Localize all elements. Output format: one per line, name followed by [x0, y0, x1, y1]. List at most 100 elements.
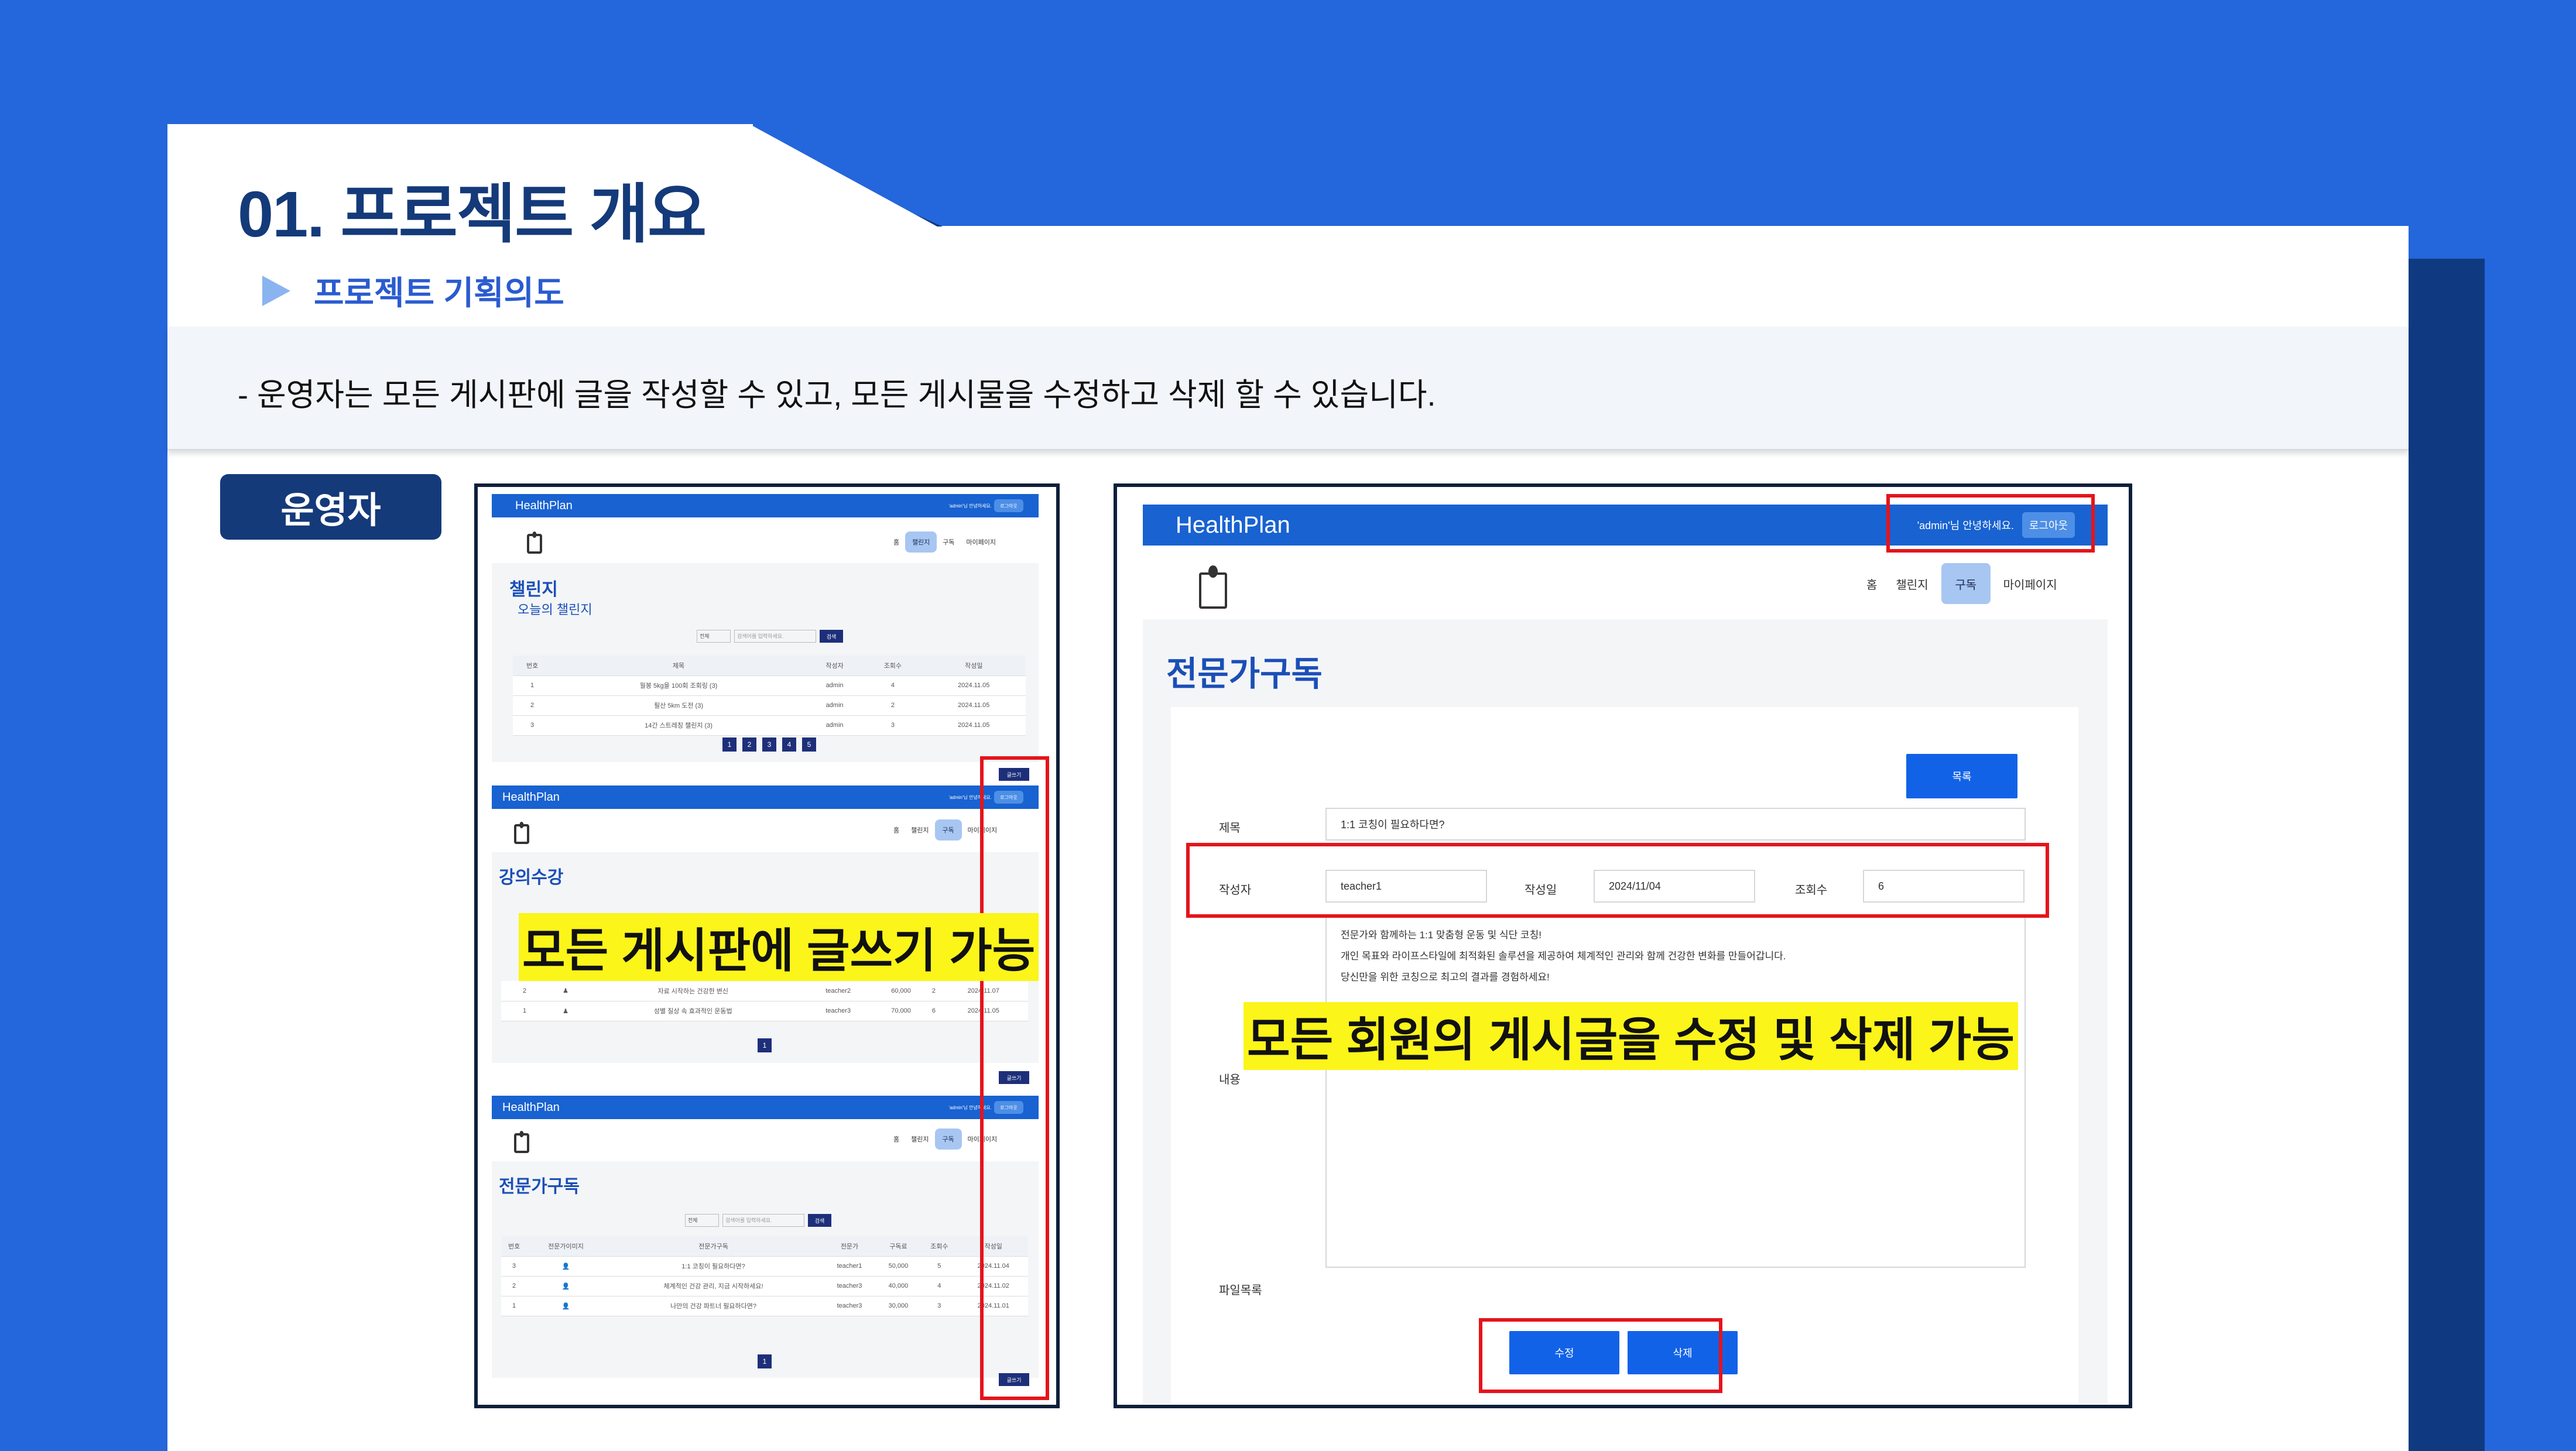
nav-subscribe[interactable]: 구독: [1941, 563, 1991, 604]
table-cell: 3: [920, 1296, 959, 1316]
table-header-row: 번호 제목 작성자 조회수 작성일: [513, 656, 1026, 676]
logo-icon: [514, 1133, 529, 1153]
table-cell: 3: [501, 1256, 527, 1277]
challenge-title: 챌린지: [509, 580, 558, 599]
table-cell: ♟: [548, 1001, 583, 1021]
expert-pagination: 1: [758, 1354, 772, 1368]
nav-subscribe[interactable]: 구독: [934, 1128, 962, 1150]
list-button[interactable]: 목록: [1906, 754, 2017, 798]
nav-mypage[interactable]: 마이페이지: [1998, 575, 2063, 592]
slide-shadow: [2406, 259, 2485, 1451]
nav-challenge[interactable]: 챌린지: [905, 825, 934, 835]
note-text: - 운영자는 모든 게시판에 글을 작성할 수 있고, 모든 게시물을 수정하고…: [238, 378, 1436, 413]
expert-avatar-icon: 👤: [561, 1282, 570, 1290]
nav-home[interactable]: 홈: [1861, 575, 1883, 592]
table-cell[interactable]: 나만의 건강 파트너 필요하다면?: [604, 1296, 823, 1316]
login-status-highlight-box: [1886, 494, 2095, 553]
table-cell[interactable]: 체계적인 건강 관리, 지금 시작하세요!: [604, 1276, 823, 1296]
title-label: 제목: [1219, 822, 1241, 835]
expert-title: 전문가구독: [499, 1177, 580, 1196]
table-row[interactable]: 1 ♟ 성별 질상 속 효과적인 운동법 teacher3 70,000 6 2…: [501, 1001, 1028, 1021]
logo-icon: [1199, 572, 1227, 609]
table-cell: 1: [513, 675, 552, 696]
page-button[interactable]: 2: [742, 737, 756, 752]
left-highlight-caption: 모든 게시판에 글쓰기 가능: [519, 913, 1039, 981]
challenge-search-button[interactable]: 검색: [820, 630, 843, 643]
page-button[interactable]: 5: [802, 737, 816, 752]
table-row[interactable]: 2 필산 5km 도전 (3) admin 2 2024.11.05: [513, 695, 1026, 716]
table-row[interactable]: 3 14간 스트레칭 챌린지 (3) admin 3 2024.11.05: [513, 715, 1026, 736]
expert-search: 전체 검색어를 입력하세요. 검색: [685, 1214, 831, 1227]
column-header: 전문가구독: [604, 1236, 823, 1257]
logout-button[interactable]: 로그아웃: [994, 499, 1023, 512]
page-button[interactable]: 4: [782, 737, 796, 752]
table-cell: teacher3: [822, 1276, 877, 1296]
table-cell[interactable]: 성별 질상 속 효과적인 운동법: [583, 1001, 803, 1021]
page-button[interactable]: 1: [758, 1038, 772, 1052]
table-cell: admin: [805, 675, 864, 696]
table-cell: admin: [805, 715, 864, 736]
table-cell: teacher3: [803, 1001, 873, 1021]
table-cell: admin: [805, 695, 864, 716]
nav-challenge[interactable]: 챌린지: [1890, 575, 1934, 592]
challenge-search-select[interactable]: 전체: [697, 630, 731, 643]
left-screenshot-panel: HealthPlan 'admin'님 안녕하세요. 로그아웃 홈 챌린지 구독…: [474, 483, 1060, 1408]
table-cell[interactable]: 월봉 5kg을 100회 조회링 (3): [551, 675, 806, 696]
nav-challenge[interactable]: 챌린지: [905, 1134, 934, 1144]
table-cell[interactable]: 14간 스트레칭 챌린지 (3): [551, 715, 806, 736]
files-label: 파일목록: [1219, 1284, 1262, 1297]
nav-mypage[interactable]: 마이페이지: [960, 537, 1002, 547]
nav-subscribe[interactable]: 구독: [934, 819, 962, 841]
triangle-bullet-icon: [262, 275, 290, 306]
nav-home[interactable]: 홈: [888, 1134, 905, 1144]
table-row[interactable]: 1 월봉 5kg을 100회 조회링 (3) admin 4 2024.11.0…: [513, 675, 1026, 696]
table-cell: 5: [920, 1256, 959, 1277]
challenge-subtitle: 오늘의 챌린지: [518, 602, 592, 617]
expert-search-input[interactable]: 검색어를 입력하세요.: [722, 1214, 804, 1227]
write-buttons-highlight-box: [980, 756, 1049, 1400]
table-cell: 3: [513, 715, 552, 736]
column-header: 전문가이미지: [527, 1236, 605, 1257]
nav-home[interactable]: 홈: [888, 537, 905, 547]
right-highlight-caption: 모든 회원의 게시글을 수정 및 삭제 가능: [1244, 1002, 2018, 1070]
meta-row-highlight-box: [1186, 843, 2049, 918]
table-cell: 👤: [527, 1296, 605, 1316]
table-row[interactable]: 3 👤 1:1 코칭이 필요하다면? teacher1 50,000 5 202…: [501, 1256, 1028, 1277]
content-field[interactable]: 전문가와 함께하는 1:1 맞춤형 운동 및 식단 코칭! 개인 목표와 라이프…: [1325, 917, 2026, 1268]
challenge-search: 전체 검색어를 입력하세요. 검색: [697, 630, 843, 643]
challenge-section: 챌린지 오늘의 챌린지 전체 검색어를 입력하세요. 검색 번호 제목 작성자 …: [492, 563, 1039, 762]
table-row[interactable]: 2 👤 체계적인 건강 관리, 지금 시작하세요! teacher3 40,00…: [501, 1276, 1028, 1296]
nav-challenge[interactable]: 챌린지: [905, 531, 937, 553]
content-line: 전문가와 함께하는 1:1 맞춤형 운동 및 식단 코칭!: [1341, 929, 1542, 941]
column-header: 구독료: [876, 1236, 920, 1257]
page-button[interactable]: 3: [762, 737, 776, 752]
app-header: HealthPlan 'admin'님 안녕하세요. 로그아웃: [492, 1096, 1039, 1119]
page-button[interactable]: 1: [722, 737, 737, 752]
table-cell[interactable]: 자료 시작하는 건강한 변신: [583, 981, 803, 1001]
table-cell: 3: [864, 715, 922, 736]
table-cell: 2: [501, 1276, 527, 1296]
title-field[interactable]: 1:1 코칭이 필요하다면?: [1325, 808, 2026, 841]
app-header: HealthPlan 'admin'님 안녕하세요. 로그아웃: [492, 494, 1039, 517]
page-button[interactable]: 1: [758, 1354, 772, 1368]
content-line: 개인 목표와 라이프스타일에 최적화된 솔루션을 제공하여 체계적인 관리와 함…: [1341, 951, 1786, 962]
nav-home[interactable]: 홈: [888, 825, 905, 835]
table-cell: 👤: [527, 1256, 605, 1277]
teacher-avatar-icon: ♟: [563, 1007, 568, 1015]
nav-subscribe[interactable]: 구독: [937, 537, 960, 547]
column-header: 작성자: [805, 656, 864, 676]
challenge-search-input[interactable]: 검색어를 입력하세요.: [734, 630, 816, 643]
expert-search-select[interactable]: 전체: [685, 1214, 719, 1227]
expert-search-button[interactable]: 검색: [808, 1214, 831, 1227]
column-header: 번호: [501, 1236, 527, 1257]
table-cell: 2024.11.05: [922, 715, 1026, 736]
table-row[interactable]: 2 ♟ 자료 시작하는 건강한 변신 teacher2 60,000 2 202…: [501, 981, 1028, 1001]
lecture-pagination: 1: [758, 1038, 772, 1052]
table-cell: 1: [501, 1296, 527, 1316]
table-row[interactable]: 1 👤 나만의 건강 파트너 필요하다면? teacher3 30,000 3 …: [501, 1296, 1028, 1316]
table-cell[interactable]: 필산 5km 도전 (3): [551, 695, 806, 716]
column-header: 전문가: [822, 1236, 877, 1257]
table-cell: teacher2: [803, 981, 873, 1001]
table-cell[interactable]: 1:1 코칭이 필요하다면?: [604, 1256, 823, 1277]
table-cell: 70,000: [873, 1001, 929, 1021]
